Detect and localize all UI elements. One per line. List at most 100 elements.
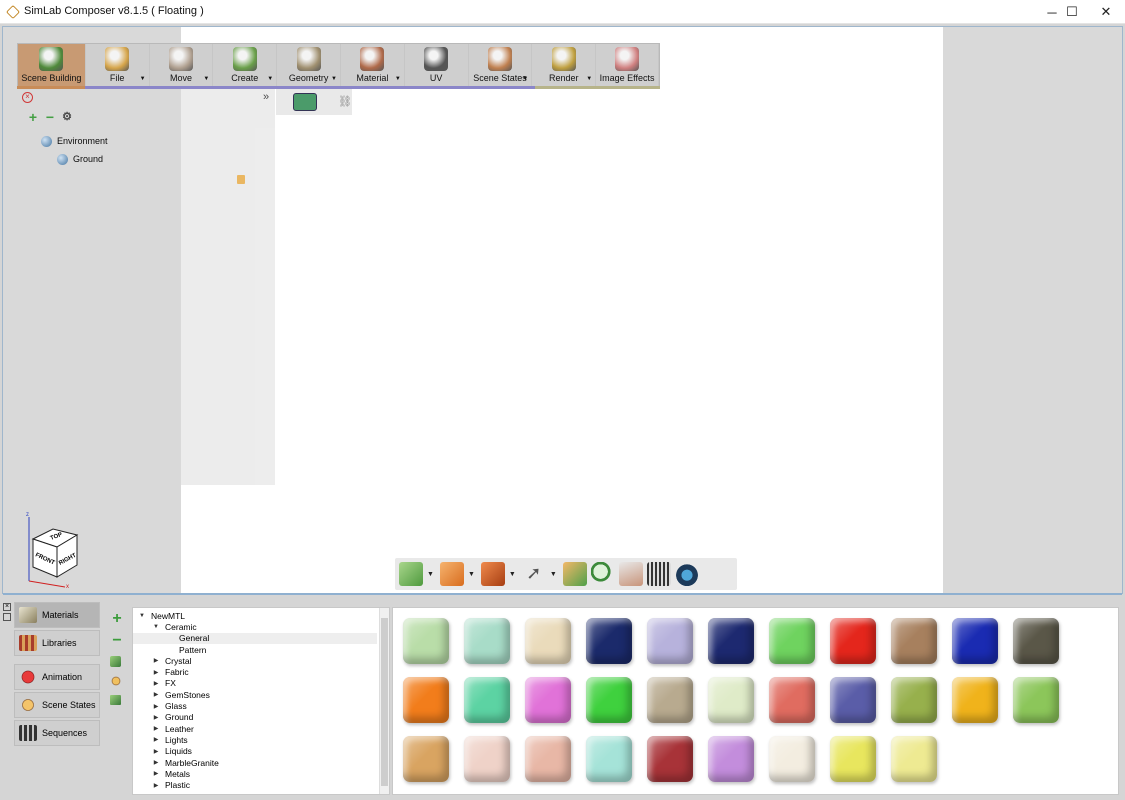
- material-swatch[interactable]: [586, 618, 632, 664]
- chevron-down-icon[interactable]: ▼: [509, 571, 516, 578]
- expand-arrow-icon[interactable]: ▶: [151, 759, 161, 766]
- toolbar-scene-states-button[interactable]: Scene States ▼: [469, 44, 533, 86]
- collapse-arrow-icon[interactable]: ▼: [151, 624, 161, 630]
- expand-panel-icon[interactable]: »: [263, 91, 269, 103]
- toolbar-move-button[interactable]: Move ▼: [150, 44, 214, 86]
- material-swatch[interactable]: [769, 618, 815, 664]
- scrollbar-thumb[interactable]: [381, 618, 388, 786]
- material-tree-item[interactable]: ▼ NewMTL: [133, 610, 377, 621]
- material-swatch[interactable]: [1013, 677, 1059, 723]
- material-swatch[interactable]: [769, 736, 815, 782]
- tree-item-environment[interactable]: Environment: [41, 132, 108, 150]
- remove-node-icon[interactable]: −: [44, 110, 56, 124]
- chevron-down-icon[interactable]: ▼: [550, 571, 557, 578]
- tree-scrollbar[interactable]: [379, 608, 389, 794]
- material-tree-item[interactable]: ▶ Fabric: [133, 666, 377, 677]
- material-swatch[interactable]: [891, 736, 937, 782]
- material-swatch[interactable]: [403, 736, 449, 782]
- material-settings-icon[interactable]: [110, 675, 122, 687]
- chevron-down-icon[interactable]: ▼: [395, 76, 401, 82]
- material-swatch[interactable]: [1013, 618, 1059, 664]
- expand-arrow-icon[interactable]: ▶: [151, 691, 161, 698]
- close-button[interactable]: ✕: [1086, 0, 1125, 24]
- chevron-down-icon[interactable]: ▼: [468, 571, 475, 578]
- material-swatch[interactable]: [647, 677, 693, 723]
- toolbar-render-button[interactable]: Render ▼: [532, 44, 597, 86]
- expand-arrow-icon[interactable]: ▶: [151, 703, 161, 710]
- material-tree-item[interactable]: ▼ Ceramic: [133, 621, 377, 632]
- expand-arrow-icon[interactable]: ▶: [151, 657, 161, 664]
- material-swatch[interactable]: [830, 618, 876, 664]
- material-tree-item[interactable]: ▶ GemStones: [133, 689, 377, 700]
- material-swatch[interactable]: [952, 677, 998, 723]
- material-tree-item[interactable]: ▶ Liquids: [133, 746, 377, 757]
- tab-scene-states[interactable]: Scene States: [14, 692, 100, 718]
- material-tree-item[interactable]: ▶ Glass: [133, 700, 377, 711]
- material-swatch[interactable]: [464, 618, 510, 664]
- material-swatch[interactable]: [647, 618, 693, 664]
- float-dock-icon[interactable]: [3, 613, 11, 621]
- floor-plane-icon[interactable]: [618, 562, 643, 586]
- expand-arrow-icon[interactable]: ▶: [151, 714, 161, 721]
- close-panel-icon[interactable]: ×: [22, 92, 33, 103]
- toolbar-geometry-button[interactable]: Geometry ▼: [277, 44, 341, 86]
- tab-materials[interactable]: Materials: [14, 602, 100, 628]
- view-options-icon[interactable]: [110, 695, 121, 705]
- expand-arrow-icon[interactable]: ▶: [151, 770, 161, 777]
- settings-gear-icon[interactable]: ⚙: [61, 112, 73, 124]
- material-swatch[interactable]: [891, 618, 937, 664]
- shading-cube-icon[interactable]: [480, 562, 505, 586]
- render-region-icon[interactable]: [646, 562, 671, 586]
- chevron-down-icon[interactable]: ▼: [203, 76, 209, 82]
- expand-arrow-icon[interactable]: ▶: [151, 680, 161, 687]
- material-swatch[interactable]: [891, 677, 937, 723]
- 3d-viewport[interactable]: Scene Building File ▼ Move ▼ Create ▼ Geometry ▼…: [2, 26, 1123, 595]
- expand-arrow-icon[interactable]: ▶: [151, 669, 161, 676]
- chevron-down-icon[interactable]: ▼: [140, 76, 146, 82]
- expand-arrow-icon[interactable]: ▶: [151, 782, 161, 789]
- add-node-icon[interactable]: +: [27, 110, 39, 124]
- material-swatch[interactable]: [525, 618, 571, 664]
- toolbar-create-button[interactable]: Create ▼: [213, 44, 278, 86]
- material-swatch[interactable]: [708, 677, 754, 723]
- material-tree-item[interactable]: ▶ Crystal: [133, 655, 377, 666]
- material-swatch[interactable]: [586, 677, 632, 723]
- chevron-down-icon[interactable]: ▼: [427, 571, 434, 578]
- add-material-icon[interactable]: +: [110, 611, 124, 627]
- chevron-down-icon[interactable]: ▼: [267, 76, 273, 82]
- chevron-down-icon[interactable]: ▼: [586, 76, 592, 82]
- material-swatch[interactable]: [403, 618, 449, 664]
- material-swatch[interactable]: [464, 677, 510, 723]
- material-tree-item[interactable]: General: [133, 632, 377, 644]
- navigation-cube[interactable]: TOP FRONT RIGHT z x: [23, 509, 89, 589]
- material-tree-item[interactable]: ▶ MarbleGranite: [133, 757, 377, 768]
- material-swatch[interactable]: [830, 677, 876, 723]
- material-swatch[interactable]: [769, 677, 815, 723]
- chevron-down-icon[interactable]: ▼: [522, 76, 528, 82]
- material-tree-item[interactable]: ▶ Metals: [133, 768, 377, 779]
- toolbar-scene-building-button[interactable]: Scene Building: [18, 44, 86, 86]
- toolbar-uv-button[interactable]: UV: [405, 44, 469, 86]
- material-swatch[interactable]: [586, 736, 632, 782]
- toolbar-material-button[interactable]: Material ▼: [341, 44, 405, 86]
- material-tree-item[interactable]: ▶ FX: [133, 678, 377, 689]
- expand-arrow-icon[interactable]: ▶: [151, 725, 161, 732]
- ground-grid-icon[interactable]: [439, 562, 464, 586]
- view-mode-cube-icon[interactable]: [399, 562, 423, 586]
- tab-animation[interactable]: Animation: [14, 664, 100, 690]
- camera-icon[interactable]: [293, 93, 317, 111]
- material-swatch[interactable]: [403, 677, 449, 723]
- import-material-icon[interactable]: [110, 656, 121, 667]
- material-tree-item[interactable]: ▶ Plastic: [133, 779, 377, 790]
- toolbar-image-effects-button[interactable]: Image Effects: [596, 44, 659, 86]
- remove-material-icon[interactable]: −: [110, 633, 124, 649]
- material-tree-item[interactable]: ▶ Ground: [133, 712, 377, 723]
- select-pointer-icon[interactable]: ➚: [522, 562, 546, 586]
- material-swatch[interactable]: [525, 677, 571, 723]
- chevron-down-icon[interactable]: ▼: [331, 76, 337, 82]
- material-swatch[interactable]: [525, 736, 571, 782]
- expand-arrow-icon[interactable]: ▶: [151, 736, 161, 743]
- expand-arrow-icon[interactable]: ▶: [151, 748, 161, 755]
- tab-libraries[interactable]: Libraries: [14, 630, 100, 656]
- zoom-in-icon[interactable]: [590, 562, 615, 586]
